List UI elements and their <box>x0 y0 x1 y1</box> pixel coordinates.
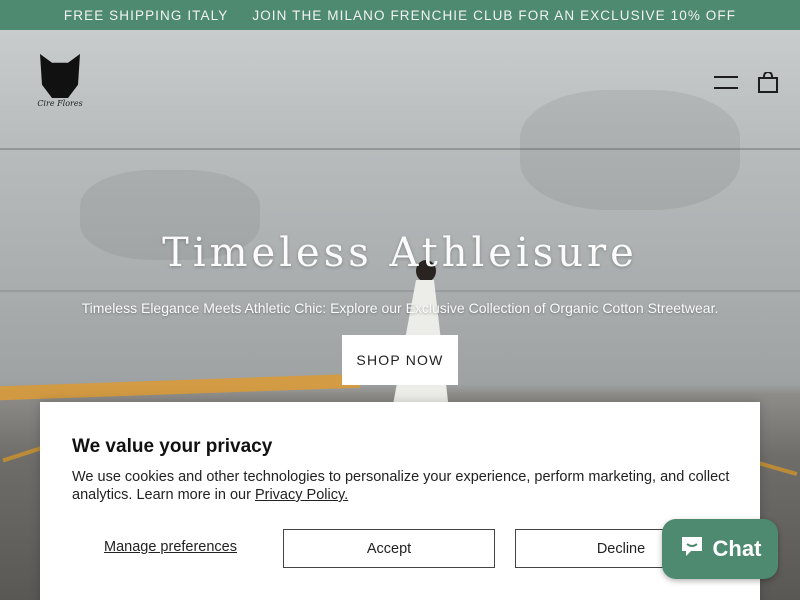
shopping-bag-icon[interactable] <box>757 71 779 94</box>
privacy-body-text: We use cookies and other technologies to… <box>72 469 730 503</box>
privacy-banner: We value your privacy We use cookies and… <box>40 402 760 600</box>
privacy-title: We value your privacy <box>72 436 273 457</box>
wall-stain <box>520 90 740 210</box>
announcement-bar: FREE SHIPPING ITALY JOIN THE MILANO FREN… <box>0 0 800 30</box>
chat-bubble-icon <box>679 534 705 564</box>
privacy-body: We use cookies and other technologies to… <box>72 468 732 504</box>
chat-label: Chat <box>712 536 762 561</box>
brand-logo[interactable]: Cire Flores <box>36 54 84 114</box>
hero-subtitle: Timeless Elegance Meets Athletic Chic: E… <box>81 300 719 316</box>
french-bulldog-logo-icon <box>40 54 80 98</box>
logo-script: Cire Flores <box>37 99 83 108</box>
accept-button[interactable]: Accept <box>283 529 495 568</box>
shop-now-button[interactable]: SHOP NOW <box>342 335 458 385</box>
privacy-policy-link[interactable]: Privacy Policy. <box>255 487 348 503</box>
parking-curb <box>0 373 360 401</box>
announcement-shipping: FREE SHIPPING ITALY <box>63 7 229 23</box>
hamburger-menu-icon[interactable] <box>714 73 738 93</box>
announcement-club[interactable]: JOIN THE MILANO FRENCHIE CLUB FOR AN EXC… <box>252 8 736 23</box>
manage-preferences-link[interactable]: Manage preferences <box>104 539 237 555</box>
hero-title: Timeless Athleisure <box>162 230 638 276</box>
chat-button[interactable]: Chat <box>662 519 778 579</box>
